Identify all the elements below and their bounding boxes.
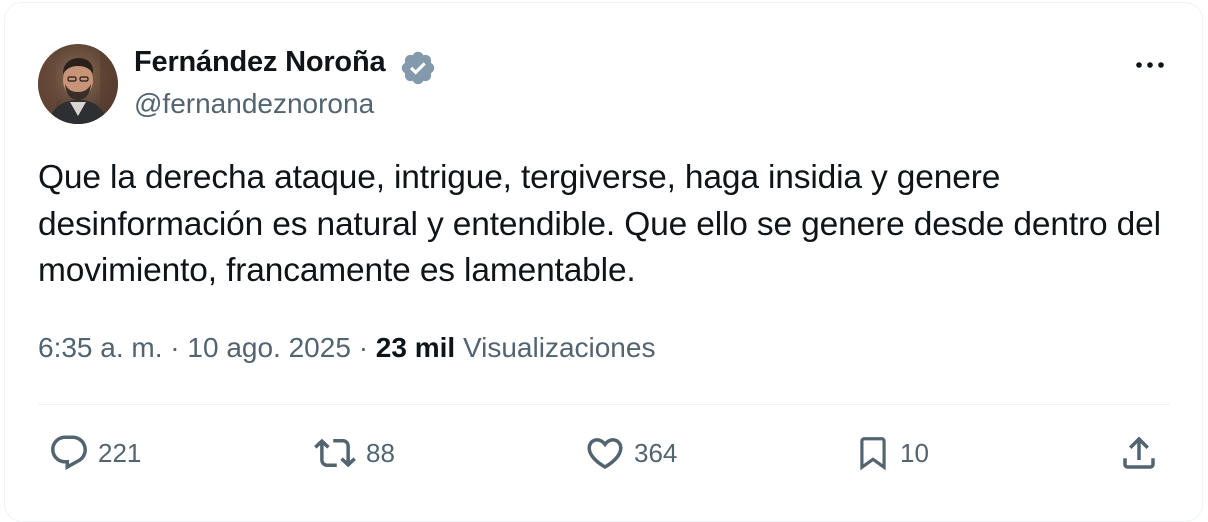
bookmark-button[interactable]: 10 bbox=[854, 432, 929, 474]
share-icon bbox=[1118, 432, 1160, 474]
tweet-meta: 6:35 a. m. · 10 ago. 2025 · 23 mil Visua… bbox=[38, 332, 655, 364]
retweet-icon bbox=[312, 432, 358, 474]
like-count: 364 bbox=[634, 437, 678, 468]
retweet-button[interactable]: 88 bbox=[312, 432, 395, 474]
verified-badge-icon[interactable] bbox=[399, 49, 437, 87]
timestamp-date[interactable]: 10 ago. 2025 bbox=[187, 332, 351, 363]
bookmark-icon bbox=[854, 432, 892, 474]
display-name[interactable]: Fernández Noroña bbox=[134, 46, 386, 79]
reply-icon bbox=[48, 432, 90, 474]
meta-separator: · bbox=[358, 332, 369, 363]
meta-separator: · bbox=[170, 332, 180, 363]
heart-icon bbox=[584, 432, 626, 474]
handle[interactable]: @fernandeznorona bbox=[134, 88, 374, 120]
bookmark-count: 10 bbox=[900, 437, 929, 468]
share-button[interactable] bbox=[1118, 432, 1160, 474]
divider bbox=[38, 404, 1170, 405]
tweet-text: Que la derecha ataque, intrigue, tergive… bbox=[38, 159, 1161, 289]
views-label: Visualizaciones bbox=[462, 332, 656, 363]
timestamp-time[interactable]: 6:35 a. m. bbox=[38, 332, 163, 363]
avatar[interactable] bbox=[38, 44, 118, 124]
reply-button[interactable]: 221 bbox=[48, 432, 141, 474]
retweet-count: 88 bbox=[366, 437, 395, 468]
like-button[interactable]: 364 bbox=[584, 432, 677, 474]
more-icon[interactable] bbox=[1132, 50, 1168, 80]
reply-count: 221 bbox=[98, 437, 142, 468]
views-count: 23 mil bbox=[375, 332, 456, 363]
